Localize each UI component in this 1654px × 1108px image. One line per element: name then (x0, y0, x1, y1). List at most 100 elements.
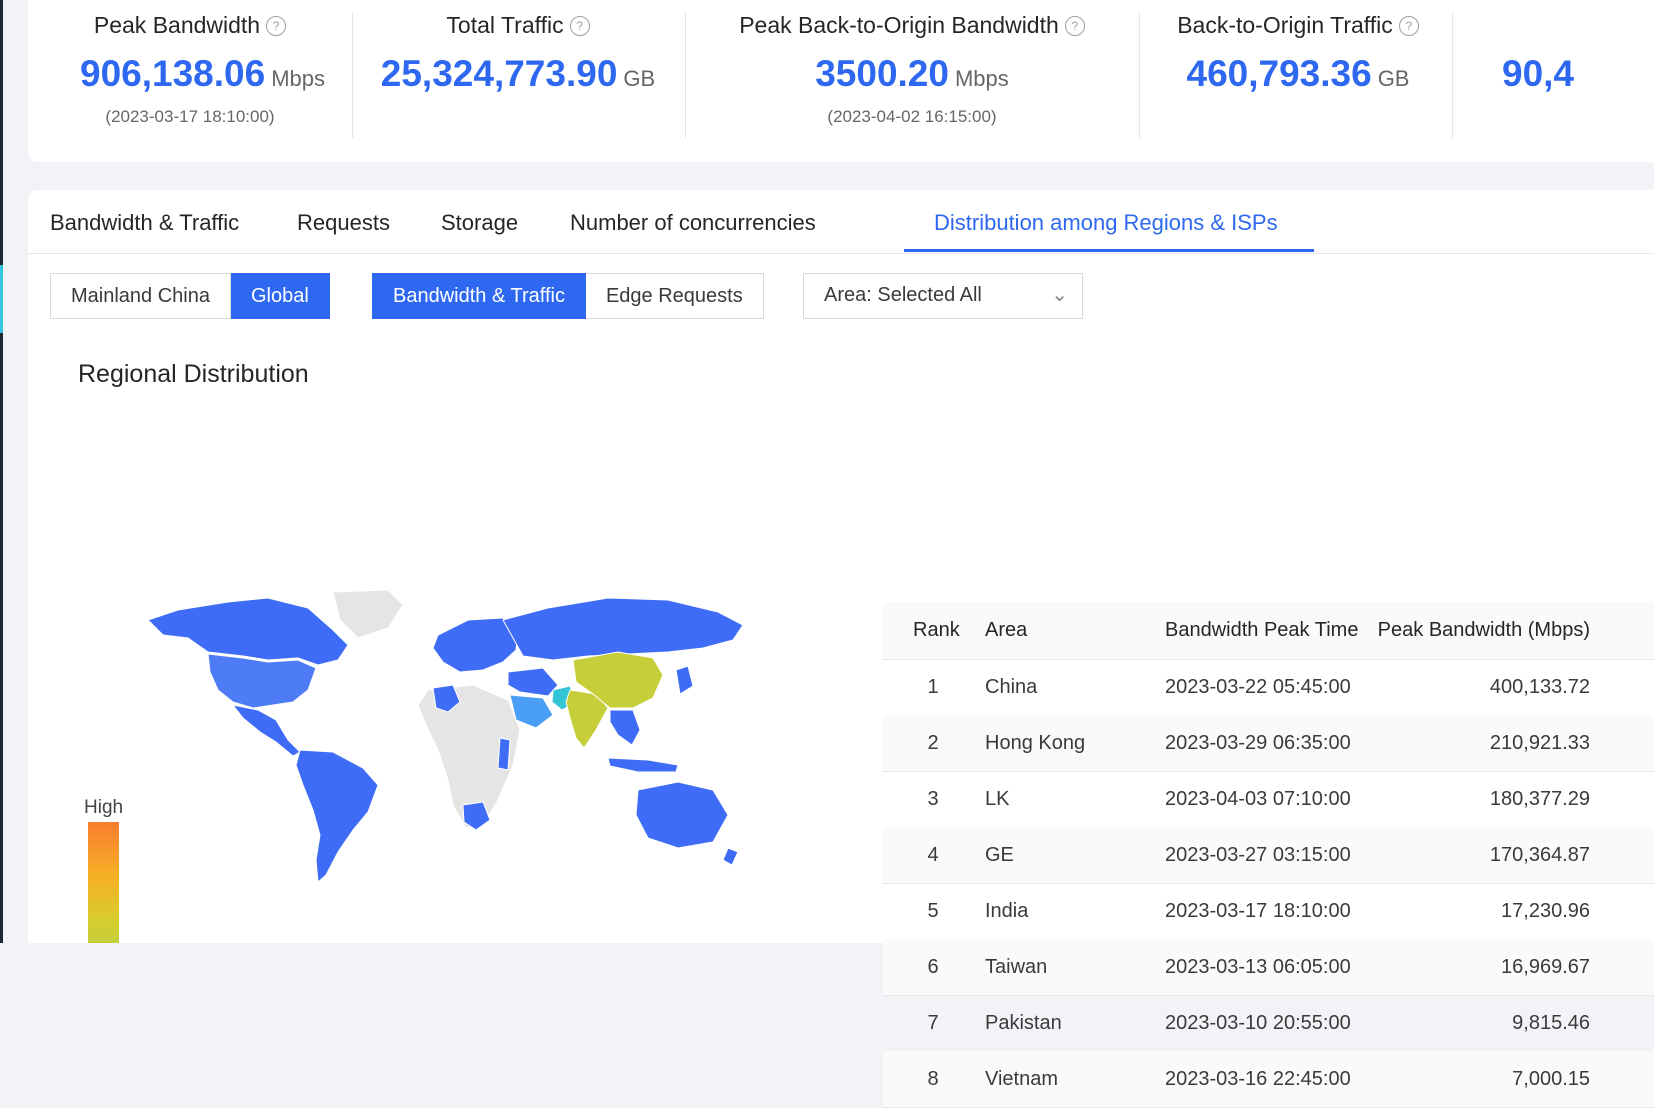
table-row[interactable]: 3 LK 2023-04-03 07:10:00 180,377.29 (883, 771, 1654, 828)
peak-bandwidth-cell: 16,969.67 (1501, 956, 1590, 978)
divider (1452, 12, 1453, 138)
divider (1139, 12, 1140, 138)
peak-bandwidth-cell: 17,230.96 (1501, 900, 1590, 922)
metric-total-traffic: Total Traffic? 25,324,773.90 GB (380, 12, 656, 95)
mainland-china-button[interactable]: Mainland China (50, 273, 231, 319)
metric-value: 460,793.36 (1186, 53, 1372, 94)
region-mexico (231, 704, 301, 757)
scope-toggle: Mainland China Global (50, 273, 330, 319)
region-greenland (332, 590, 404, 639)
metric-back-to-origin-traffic: Back-to-Origin Traffic? 460,793.36 GB (1172, 12, 1424, 95)
metric-unit: GB (1377, 66, 1410, 91)
table-header: Rank Area Bandwidth Peak Time Peak Bandwidt… (883, 602, 1654, 660)
header-area: Area (985, 619, 1028, 641)
rank-cell: 7 (927, 1012, 939, 1034)
header-peak-time: Bandwidth Peak Time (1165, 619, 1359, 641)
metric-title: Total Traffic (446, 12, 564, 38)
region-new-zealand (722, 847, 739, 866)
area-select-value: Area: Selected All (824, 284, 982, 306)
area-cell: Pakistan (985, 1012, 1062, 1034)
metric-peak-bandwidth: Peak Bandwidth? 906,138.06 Mbps (2023-03-… (80, 12, 325, 127)
region-russia (502, 597, 744, 661)
area-select[interactable]: Area: Selected All ⌄ (803, 273, 1083, 319)
table-row[interactable]: 7 Pakistan 2023-03-10 20:55:00 9,815.46 (883, 995, 1654, 1052)
help-icon[interactable]: ? (1398, 16, 1419, 36)
left-edge (0, 0, 3, 943)
peak-bandwidth-cell: 180,377.29 (1489, 788, 1590, 810)
peak-time-cell: 2023-03-29 06:35:00 (1165, 732, 1351, 754)
area-cell: China (985, 676, 1038, 698)
peak-bandwidth-cell: 7,000.15 (1512, 1068, 1590, 1090)
region-europe (432, 617, 519, 673)
tab-bar: Bandwidth & Traffic Requests Storage Num… (28, 190, 1654, 254)
table-row[interactable]: 2 Hong Kong 2023-03-29 06:35:00 210,921.33 (883, 715, 1654, 772)
tab-requests[interactable]: Requests (297, 210, 390, 236)
area-cell: LK (985, 788, 1010, 810)
metric-value: 3500.20 (815, 53, 949, 94)
peak-bandwidth-cell: 210,921.33 (1489, 732, 1590, 754)
region-south-america (295, 749, 379, 884)
legend-gradient (88, 822, 119, 943)
peak-bandwidth-cell: 170,364.87 (1489, 844, 1590, 866)
table-row[interactable]: 1 China 2023-03-22 05:45:00 400,133.72 (883, 659, 1654, 716)
metric-value: 90,4 (1502, 53, 1575, 94)
metric-partial: 90,4 (1502, 12, 1574, 95)
area-cell: India (985, 900, 1029, 922)
peak-time-cell: 2023-03-17 18:10:00 (1165, 900, 1351, 922)
metric-time: (2023-04-02 16:15:00) (827, 107, 997, 126)
section-title: Regional Distribution (78, 360, 309, 388)
region-australia (635, 781, 729, 849)
divider (352, 12, 353, 138)
metric-value: 906,138.06 (80, 53, 266, 94)
peak-time-cell: 2023-03-13 06:05:00 (1165, 956, 1351, 978)
distribution-panel: Bandwidth & Traffic Requests Storage Num… (28, 190, 1654, 1108)
metric-title: Peak Bandwidth (93, 12, 261, 38)
metric-peak-back-to-origin-bandwidth: Peak Back-to-Origin Bandwidth? 3500.20 Mb… (736, 12, 1088, 127)
metric-title: Back-to-Origin Traffic (1177, 12, 1393, 38)
header-rank: Rank (913, 619, 960, 641)
peak-time-cell: 2023-04-03 07:10:00 (1165, 788, 1351, 810)
peak-time-cell: 2023-03-16 22:45:00 (1165, 1068, 1351, 1090)
table-row[interactable]: 4 GE 2023-03-27 03:15:00 170,364.87 (883, 827, 1654, 884)
tab-distribution[interactable]: Distribution among Regions & ISPs (934, 210, 1278, 236)
metric-title: Peak Back-to-Origin Bandwidth (739, 12, 1059, 38)
metric-toggle: Bandwidth & Traffic Edge Requests (372, 273, 764, 319)
rank-cell: 4 (927, 844, 939, 866)
rank-cell: 6 (927, 956, 939, 978)
bandwidth-traffic-button[interactable]: Bandwidth & Traffic (372, 273, 586, 319)
table-row[interactable]: 8 Vietnam 2023-03-16 22:45:00 7,000.15 (883, 1051, 1654, 1108)
table-row[interactable]: 6 Taiwan 2023-03-13 06:05:00 16,969.67 (883, 939, 1654, 996)
chevron-down-icon: ⌄ (1051, 284, 1068, 306)
global-button[interactable]: Global (230, 273, 330, 319)
world-map[interactable] (148, 590, 748, 890)
peak-bandwidth-cell: 400,133.72 (1489, 676, 1590, 698)
tab-bandwidth-traffic[interactable]: Bandwidth & Traffic (50, 210, 239, 236)
metric-time: (2023-03-17 18:10:00) (105, 107, 275, 126)
area-cell: Vietnam (985, 1068, 1059, 1090)
header-peak-bandwidth: Peak Bandwidth (Mbps) (1377, 619, 1590, 641)
region-canada (148, 597, 349, 666)
edge-requests-button[interactable]: Edge Requests (585, 273, 764, 319)
metric-value: 25,324,773.90 (380, 53, 618, 94)
area-cell: GE (985, 844, 1014, 866)
region-southeast-asia (609, 709, 641, 746)
peak-time-cell: 2023-03-22 05:45:00 (1165, 676, 1351, 698)
help-icon[interactable]: ? (266, 16, 287, 36)
active-tab-indicator (904, 249, 1314, 252)
divider (685, 12, 686, 138)
left-edge-accent (0, 265, 3, 333)
region-middle-east (507, 667, 559, 697)
help-icon[interactable]: ? (569, 16, 590, 36)
tab-concurrencies[interactable]: Number of concurrencies (570, 210, 816, 236)
rank-cell: 1 (927, 676, 939, 698)
table-row[interactable]: 5 India 2023-03-17 18:10:00 17,230.96 (883, 883, 1654, 940)
peak-time-cell: 2023-03-27 03:15:00 (1165, 844, 1351, 866)
region-japan (675, 665, 694, 695)
rank-cell: 3 (927, 788, 939, 810)
rank-cell: 8 (927, 1068, 939, 1090)
help-icon[interactable]: ? (1064, 16, 1085, 36)
tab-storage[interactable]: Storage (441, 210, 518, 236)
peak-time-cell: 2023-03-10 20:55:00 (1165, 1012, 1351, 1034)
metric-unit: Mbps (271, 66, 325, 91)
area-cell: Taiwan (985, 956, 1048, 978)
